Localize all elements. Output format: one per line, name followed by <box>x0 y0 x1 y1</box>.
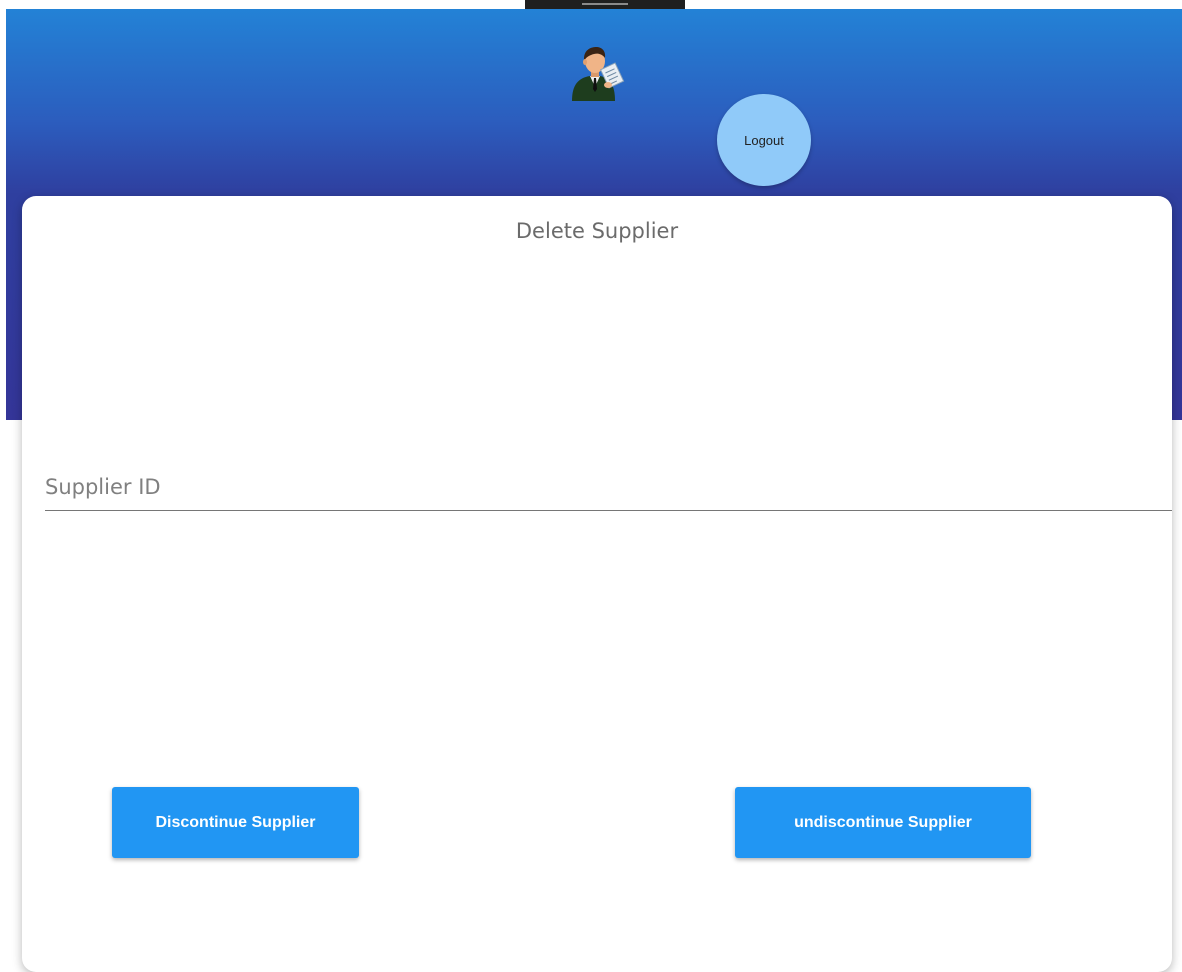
discontinue-supplier-button[interactable]: Discontinue Supplier <box>112 787 359 858</box>
supplier-id-field <box>45 464 1172 512</box>
tab-indicator <box>582 3 628 5</box>
undiscontinue-supplier-button[interactable]: undiscontinue Supplier <box>735 787 1031 858</box>
businessman-avatar-icon <box>568 45 626 103</box>
delete-supplier-card: Delete Supplier Discontinue Supplier und… <box>22 196 1172 972</box>
card-title: Delete Supplier <box>515 219 679 243</box>
supplier-id-input[interactable] <box>45 464 1172 511</box>
logout-button[interactable]: Logout <box>717 94 811 186</box>
